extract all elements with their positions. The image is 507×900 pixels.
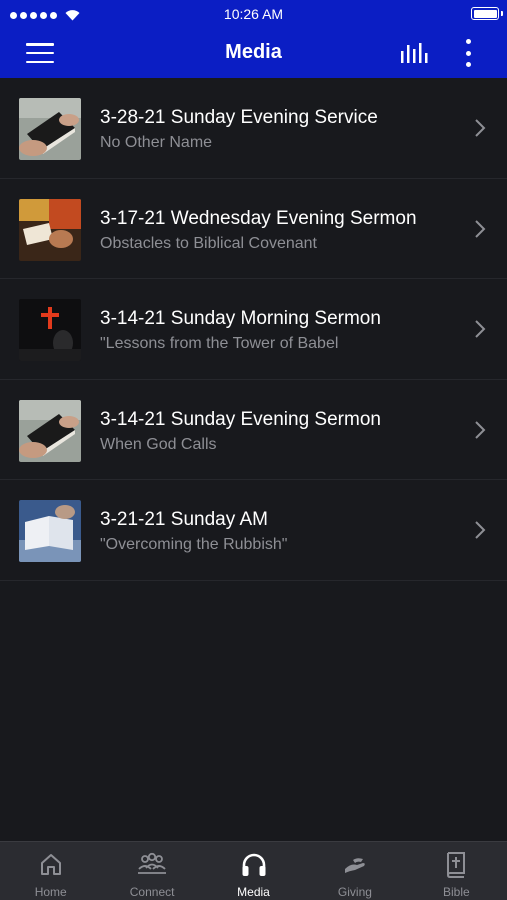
app-bar: Media bbox=[0, 28, 507, 78]
chevron-right-icon bbox=[475, 219, 486, 238]
tab-connect[interactable]: Connect bbox=[101, 842, 202, 900]
tab-label: Connect bbox=[129, 885, 175, 899]
media-list-item[interactable]: 3-17-21 Wednesday Evening Sermon Obstacl… bbox=[0, 179, 507, 279]
media-list-item[interactable]: 3-14-21 Sunday Evening Sermon When God C… bbox=[0, 380, 507, 480]
media-list-item[interactable]: 3-28-21 Sunday Evening Service No Other … bbox=[0, 78, 507, 179]
tab-giving[interactable]: Giving bbox=[304, 842, 405, 900]
media-subtitle: "Lessons from the Tower of Babel bbox=[100, 335, 339, 352]
tab-media[interactable]: Media bbox=[203, 842, 304, 900]
tab-label: Home bbox=[34, 885, 67, 899]
media-subtitle: No Other Name bbox=[100, 134, 213, 151]
page-title: Media bbox=[225, 41, 282, 63]
chevron-right-icon bbox=[475, 119, 486, 137]
signal-strength-icon bbox=[10, 9, 80, 21]
tab-label: Bible bbox=[442, 885, 470, 899]
home-icon bbox=[40, 854, 61, 875]
media-thumbnail bbox=[19, 98, 81, 160]
tab-home[interactable]: Home bbox=[0, 842, 101, 900]
tab-label: Media bbox=[237, 885, 270, 899]
more-vertical-icon bbox=[465, 39, 471, 44]
giving-hand-icon bbox=[344, 858, 365, 873]
audio-bars-button[interactable] bbox=[398, 41, 430, 65]
media-thumbnail bbox=[19, 399, 81, 462]
media-thumbnail bbox=[19, 500, 81, 562]
tab-bible[interactable]: Bible bbox=[406, 842, 507, 900]
media-title: 3-17-21 Wednesday Evening Sermon bbox=[100, 207, 417, 229]
status-bar: 10:26 AM bbox=[0, 0, 507, 28]
people-icon bbox=[138, 852, 167, 874]
status-time: 10:26 AM bbox=[223, 6, 284, 22]
bible-icon bbox=[447, 852, 466, 878]
media-title: 3-21-21 Sunday AM bbox=[100, 509, 268, 530]
media-title: 3-14-21 Sunday Morning Sermon bbox=[100, 308, 381, 329]
more-options-button[interactable] bbox=[458, 39, 478, 67]
media-thumbnail bbox=[19, 198, 81, 261]
media-list: 3-28-21 Sunday Evening Service No Other … bbox=[0, 78, 507, 581]
headphones-icon bbox=[242, 853, 266, 876]
media-list-item[interactable]: 3-14-21 Sunday Morning Sermon "Lessons f… bbox=[0, 279, 507, 380]
media-subtitle: When God Calls bbox=[100, 435, 217, 453]
media-title: 3-28-21 Sunday Evening Service bbox=[100, 107, 378, 128]
chevron-right-icon bbox=[475, 521, 486, 539]
battery-icon bbox=[471, 7, 499, 20]
media-title: 3-14-21 Sunday Evening Sermon bbox=[100, 408, 381, 430]
wifi-icon bbox=[65, 10, 80, 21]
chevron-right-icon bbox=[475, 420, 486, 439]
media-subtitle: "Overcoming the Rubbish" bbox=[100, 536, 288, 553]
bottom-tab-bar: Home Connect Media Giving Bible bbox=[0, 841, 507, 900]
media-subtitle: Obstacles to Biblical Covenant bbox=[100, 234, 317, 252]
media-list-item[interactable]: 3-21-21 Sunday AM "Overcoming the Rubbis… bbox=[0, 480, 507, 581]
chevron-right-icon bbox=[475, 320, 486, 338]
tab-label: Giving bbox=[337, 885, 372, 899]
media-thumbnail bbox=[19, 299, 81, 361]
